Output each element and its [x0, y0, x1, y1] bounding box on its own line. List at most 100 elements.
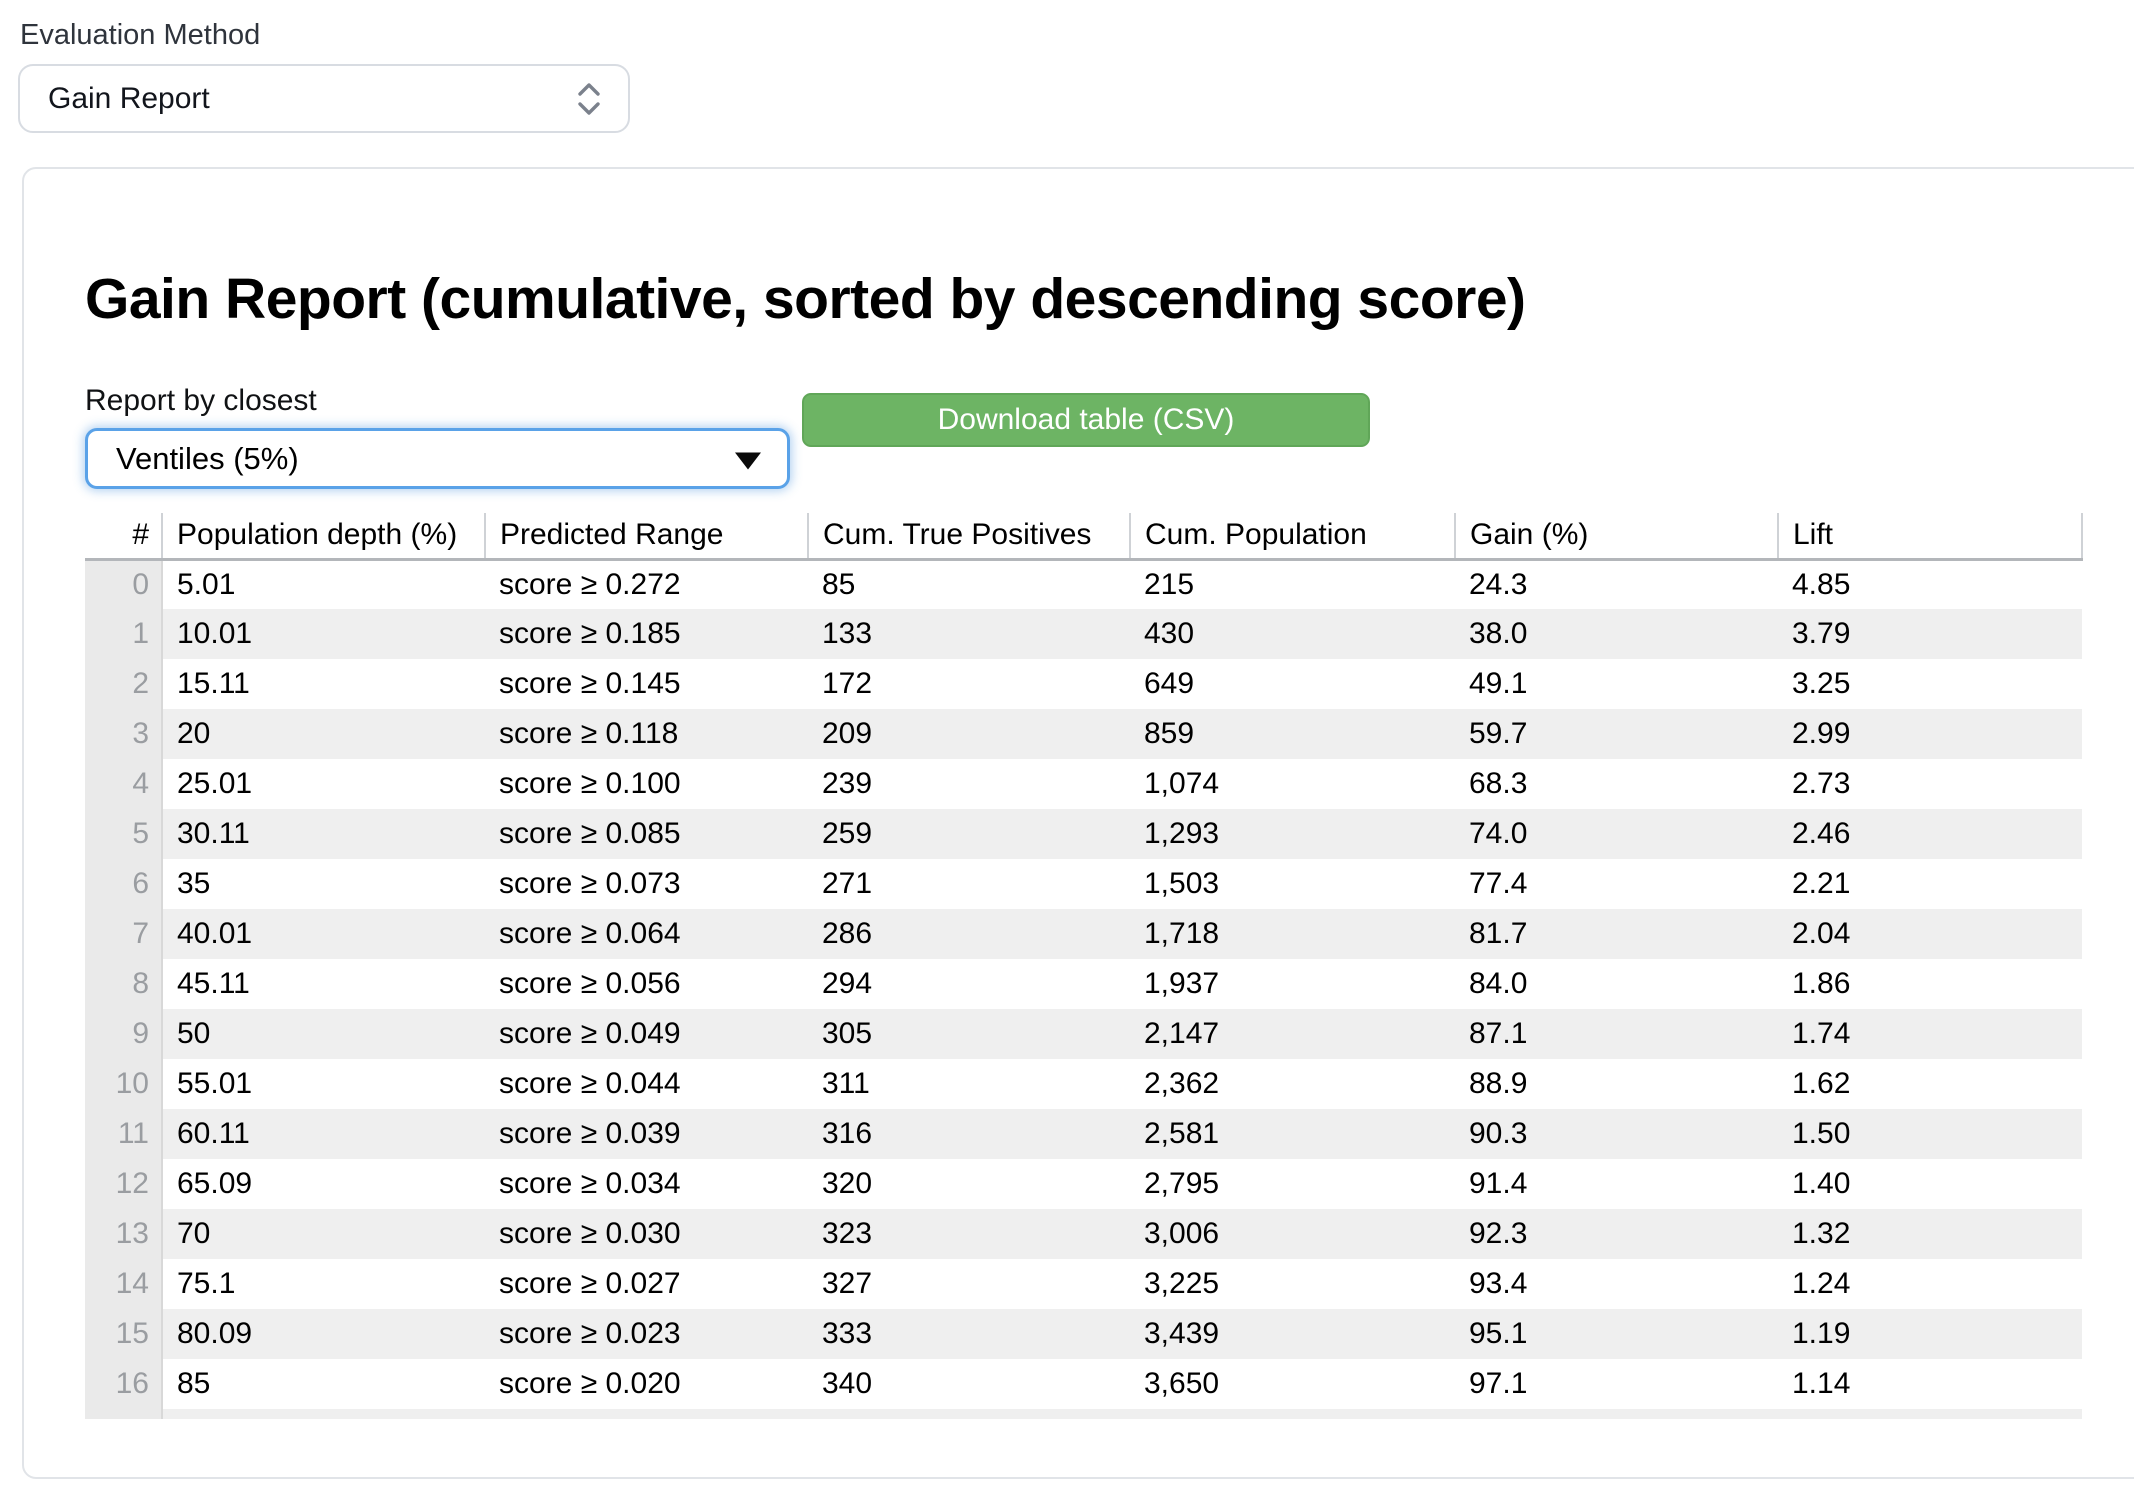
- data-cell: 1,937: [1130, 959, 1455, 1009]
- column-header: Cum. True Positives: [808, 513, 1130, 559]
- data-cell: [162, 1409, 485, 1419]
- table-header-row: #Population depth (%)Predicted RangeCum.…: [85, 513, 2082, 559]
- data-cell: 340: [808, 1359, 1130, 1409]
- data-cell: 81.7: [1455, 909, 1778, 959]
- row-index-cell: 8: [85, 959, 162, 1009]
- data-cell: 3,225: [1130, 1259, 1455, 1309]
- data-cell: 97.1: [1455, 1359, 1778, 1409]
- data-cell: 172: [808, 659, 1130, 709]
- data-cell: score ≥ 0.027: [485, 1259, 808, 1309]
- table-row: 635score ≥ 0.0732711,50377.42.21: [85, 859, 2082, 909]
- data-cell: 95.1: [1455, 1309, 1778, 1359]
- report-by-select[interactable]: Ventiles (5%): [85, 428, 790, 489]
- triangle-down-icon: [735, 452, 761, 469]
- data-cell: score ≥ 0.073: [485, 859, 808, 909]
- data-cell: 3.25: [1778, 659, 2082, 709]
- data-cell: score ≥ 0.272: [485, 559, 808, 609]
- data-cell: 333: [808, 1309, 1130, 1359]
- data-cell: 2,147: [1130, 1009, 1455, 1059]
- table-row: 1685score ≥ 0.0203403,65097.11.14: [85, 1359, 2082, 1409]
- row-index-cell: 3: [85, 709, 162, 759]
- data-cell: 2,362: [1130, 1059, 1455, 1109]
- table-row: 845.11score ≥ 0.0562941,93784.01.86: [85, 959, 2082, 1009]
- data-cell: 3,439: [1130, 1309, 1455, 1359]
- data-cell: 2,795: [1130, 1159, 1455, 1209]
- report-by-label: Report by closest: [85, 384, 317, 418]
- data-cell: 286: [808, 909, 1130, 959]
- table-row: 1160.11score ≥ 0.0393162,58190.31.50: [85, 1109, 2082, 1159]
- data-cell: 133: [808, 609, 1130, 659]
- data-cell: [1130, 1409, 1455, 1419]
- data-cell: 305: [808, 1009, 1130, 1059]
- table-row: 320score ≥ 0.11820985959.72.99: [85, 709, 2082, 759]
- data-cell: [1778, 1409, 2082, 1419]
- table-row: 530.11score ≥ 0.0852591,29374.02.46: [85, 809, 2082, 859]
- data-cell: 1.40: [1778, 1159, 2082, 1209]
- data-cell: 38.0: [1455, 609, 1778, 659]
- data-cell: 259: [808, 809, 1130, 859]
- data-cell: 271: [808, 859, 1130, 909]
- row-index-cell: 13: [85, 1209, 162, 1259]
- column-header: Cum. Population: [1130, 513, 1455, 559]
- data-cell: score ≥ 0.023: [485, 1309, 808, 1359]
- data-cell: 2.99: [1778, 709, 2082, 759]
- data-cell: 91.4: [1455, 1159, 1778, 1209]
- data-cell: 92.3: [1455, 1209, 1778, 1259]
- data-cell: 10.01: [162, 609, 485, 659]
- data-cell: 80.09: [162, 1309, 485, 1359]
- data-cell: 294: [808, 959, 1130, 1009]
- data-cell: 1.74: [1778, 1009, 2082, 1059]
- table-row: 1475.1score ≥ 0.0273273,22593.41.24: [85, 1259, 2082, 1309]
- data-cell: 87.1: [1455, 1009, 1778, 1059]
- download-csv-button[interactable]: Download table (CSV): [802, 393, 1370, 447]
- row-index-cell: 1: [85, 609, 162, 659]
- data-cell: 3,006: [1130, 1209, 1455, 1259]
- data-cell: 859: [1130, 709, 1455, 759]
- data-cell: 45.11: [162, 959, 485, 1009]
- row-index-cell: 12: [85, 1159, 162, 1209]
- data-cell: 25.01: [162, 759, 485, 809]
- data-cell: score ≥ 0.064: [485, 909, 808, 959]
- row-index-cell: 0: [85, 559, 162, 609]
- data-cell: 75.1: [162, 1259, 485, 1309]
- table-row: 1055.01score ≥ 0.0443112,36288.91.62: [85, 1059, 2082, 1109]
- data-cell: 2,581: [1130, 1109, 1455, 1159]
- data-cell: score ≥ 0.039: [485, 1109, 808, 1159]
- row-index-cell: 16: [85, 1359, 162, 1409]
- table-row: 05.01score ≥ 0.2728521524.34.85: [85, 559, 2082, 609]
- data-cell: 323: [808, 1209, 1130, 1259]
- data-cell: score ≥ 0.145: [485, 659, 808, 709]
- report-by-selected-value: Ventiles (5%): [116, 441, 299, 477]
- gain-table-scroll-area[interactable]: #Population depth (%)Predicted RangeCum.…: [85, 513, 2084, 1419]
- row-index-cell: 10: [85, 1059, 162, 1109]
- table-row: 1265.09score ≥ 0.0343202,79591.41.40: [85, 1159, 2082, 1209]
- data-cell: 3,650: [1130, 1359, 1455, 1409]
- table-row: 215.11score ≥ 0.14517264949.13.25: [85, 659, 2082, 709]
- data-cell: 215: [1130, 559, 1455, 609]
- data-cell: 77.4: [1455, 859, 1778, 909]
- data-cell: 84.0: [1455, 959, 1778, 1009]
- data-cell: 430: [1130, 609, 1455, 659]
- data-cell: 90.3: [1455, 1109, 1778, 1159]
- data-cell: score ≥ 0.020: [485, 1359, 808, 1409]
- row-index-cell: 2: [85, 659, 162, 709]
- data-cell: score ≥ 0.085: [485, 809, 808, 859]
- data-cell: score ≥ 0.118: [485, 709, 808, 759]
- data-cell: 2.73: [1778, 759, 2082, 809]
- row-index-cell: 11: [85, 1109, 162, 1159]
- table-row: 425.01score ≥ 0.1002391,07468.32.73: [85, 759, 2082, 809]
- data-cell: 74.0: [1455, 809, 1778, 859]
- data-cell: 1,293: [1130, 809, 1455, 859]
- data-cell: score ≥ 0.044: [485, 1059, 808, 1109]
- data-cell: [808, 1409, 1130, 1419]
- data-cell: 1.62: [1778, 1059, 2082, 1109]
- data-cell: score ≥ 0.049: [485, 1009, 808, 1059]
- data-cell: [1455, 1409, 1778, 1419]
- evaluation-method-select[interactable]: Gain Report: [18, 64, 630, 133]
- data-cell: 316: [808, 1109, 1130, 1159]
- table-body: 05.01score ≥ 0.2728521524.34.85110.01sco…: [85, 559, 2082, 1419]
- data-cell: 59.7: [1455, 709, 1778, 759]
- data-cell: 1.32: [1778, 1209, 2082, 1259]
- data-cell: 15.11: [162, 659, 485, 709]
- data-cell: score ≥ 0.030: [485, 1209, 808, 1259]
